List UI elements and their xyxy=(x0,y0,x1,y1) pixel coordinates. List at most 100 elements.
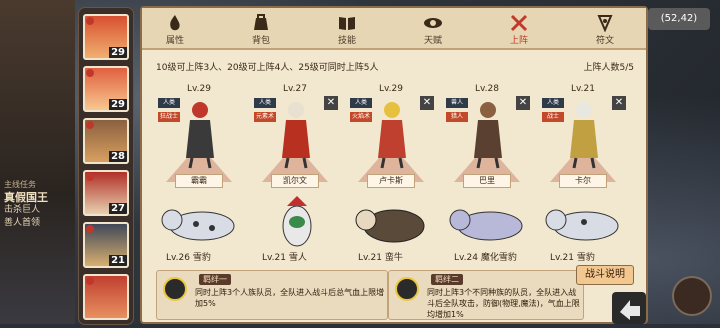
pet-label: Lv.21 蛮牛 xyxy=(358,253,403,263)
class-tag: 战士 xyxy=(542,112,564,122)
bond-panel-1: 羁绊一 同时上阵3个人族队员，全队进入战斗后总气血上限增加5% xyxy=(156,270,388,320)
corrupted-leopard-icon xyxy=(449,209,523,241)
rune-icon xyxy=(597,15,613,32)
hero-roster: 29 29 28 27 21 xyxy=(79,8,133,324)
hero-figure-icon xyxy=(474,102,502,169)
pet-label: Lv.24 魔化雪豹 xyxy=(454,253,517,263)
snow-leopard-icon xyxy=(161,209,235,241)
tab-lineup[interactable]: 上阵 xyxy=(494,11,544,49)
tab-runes[interactable]: 符文 xyxy=(580,11,630,49)
race-tag: 人类 xyxy=(158,98,180,108)
hero-card[interactable]: Lv.29 人类火焰术 ✕ 卢卡斯 xyxy=(348,80,434,188)
hero-card[interactable]: Lv.29 人类狂战士霸霸 xyxy=(156,80,242,188)
hero-slot-3[interactable]: 28 xyxy=(83,118,129,164)
left-scene-strip xyxy=(0,0,75,324)
hero-level: 28 xyxy=(109,151,127,162)
pet-label: Lv.26 雪豹 xyxy=(166,253,211,263)
hero-slot-5[interactable]: 21 xyxy=(83,222,129,268)
race-tag: 兽人 xyxy=(446,98,468,108)
hero-figure-icon xyxy=(378,102,406,169)
battle-guide-button[interactable]: 战斗说明 xyxy=(576,265,634,285)
coordinate-display: (52,42) xyxy=(648,8,710,30)
bull-icon xyxy=(355,209,425,243)
book-icon xyxy=(339,17,355,30)
hero-level: 29 xyxy=(109,47,127,58)
quest-tracker[interactable]: 主线任务 真假国王 击杀巨人 善人首领 xyxy=(4,178,76,230)
pet-card[interactable]: Lv.21 雪豹 xyxy=(540,196,630,264)
bond-title: 羁绊一 xyxy=(199,274,231,285)
tab-label: 符文 xyxy=(595,36,614,46)
class-tag: 元素术 xyxy=(254,112,276,122)
tab-attributes[interactable]: 属性 xyxy=(150,11,200,49)
pet-card[interactable]: Lv.24 魔化雪豹 xyxy=(444,196,534,264)
tab-label: 属性 xyxy=(165,36,184,46)
hero-level: 29 xyxy=(109,99,127,110)
hero-slot-4[interactable]: 27 xyxy=(83,170,129,216)
hero-card[interactable]: Lv.21 人类战士 ✕ 卡尔 xyxy=(540,80,626,188)
quest-name: 真假国王 xyxy=(4,191,48,204)
lineup-rule: 10级可上阵3人、20级可上阵4人、25级可同时上阵5人 xyxy=(156,63,379,73)
remove-hero-button[interactable]: ✕ xyxy=(612,96,626,110)
rank-icon xyxy=(86,225,94,233)
lineup-count: 上阵人数5/5 xyxy=(583,63,635,73)
eye-icon xyxy=(424,18,442,28)
team-panel: 属性 背包 技能 天赋 上阵 符文 10级可上阵3人、20级可上阵4人、25级可… xyxy=(140,6,648,324)
tab-label: 背包 xyxy=(251,36,270,46)
tab-talent[interactable]: 天赋 xyxy=(408,11,458,49)
hero-slot-1[interactable]: 29 xyxy=(83,14,129,60)
race-tag: 人类 xyxy=(350,98,372,108)
class-tag: 猎人 xyxy=(446,112,468,122)
pet-card[interactable]: Lv.21 蛮牛 xyxy=(348,196,438,264)
bond-title: 羁绊二 xyxy=(431,274,463,285)
quest-line-2: 善人首领 xyxy=(4,218,41,228)
hero-level: Lv.27 xyxy=(283,84,307,94)
hero-name: 卢卡斯 xyxy=(367,174,415,188)
return-button[interactable] xyxy=(612,292,646,324)
quest-line-1: 击杀巨人 xyxy=(4,205,41,215)
pet-card[interactable]: Lv.26 雪豹 xyxy=(156,196,246,264)
hero-name: 霸霸 xyxy=(175,174,223,188)
rank-icon xyxy=(86,69,94,77)
class-tag: 狂战士 xyxy=(158,112,180,122)
pet-label: Lv.21 雪豹 xyxy=(550,253,595,263)
rank-icon xyxy=(86,277,94,285)
hero-figure-icon xyxy=(570,102,598,169)
remove-hero-button[interactable]: ✕ xyxy=(420,96,434,110)
race-tag: 人类 xyxy=(542,98,564,108)
rank-icon xyxy=(86,173,94,181)
hero-level: 27 xyxy=(109,203,127,214)
tab-label: 天赋 xyxy=(423,36,442,46)
tab-skills[interactable]: 技能 xyxy=(322,11,372,49)
rank-icon xyxy=(86,17,94,25)
tab-bar: 属性 背包 技能 天赋 上阵 符文 xyxy=(142,8,646,50)
tab-label: 技能 xyxy=(337,36,356,46)
backpack-icon xyxy=(254,14,268,30)
hero-card-row: Lv.29 人类狂战士霸霸 Lv.27 人类元素术 ✕ 凯尔文 Lv.29 人类火焰术 ✕ 卢… xyxy=(156,80,636,188)
race-tag: 人类 xyxy=(254,98,276,108)
remove-hero-button[interactable]: ✕ xyxy=(516,96,530,110)
tab-label: 上阵 xyxy=(509,36,528,46)
crossed-swords-icon xyxy=(510,14,528,32)
hero-name: 卡尔 xyxy=(559,174,607,188)
return-arrow-icon xyxy=(620,300,640,320)
quest-category: 主线任务 xyxy=(4,180,36,189)
hero-slot-2[interactable]: 29 xyxy=(83,66,129,112)
hero-level: Lv.29 xyxy=(379,84,403,94)
class-tag: 火焰术 xyxy=(350,112,372,122)
hero-level: Lv.29 xyxy=(187,84,211,94)
hero-slot-6[interactable] xyxy=(83,274,129,320)
hero-figure-icon xyxy=(186,102,214,169)
player-avatar[interactable] xyxy=(672,276,712,316)
yeti-icon xyxy=(282,196,312,247)
hero-name: 凯尔文 xyxy=(271,174,319,188)
hero-card[interactable]: Lv.27 人类元素术 ✕ 凯尔文 xyxy=(252,80,338,188)
snow-leopard-icon xyxy=(545,209,619,241)
bond-panel-2: 羁绊二 同时上阵3个不同种族的队员，全队进入战斗后全队攻击，防御(物理,魔法)，… xyxy=(388,270,584,320)
remove-hero-button[interactable]: ✕ xyxy=(324,96,338,110)
hero-level: Lv.21 xyxy=(571,84,595,94)
hero-figure-icon xyxy=(282,102,310,169)
tab-backpack[interactable]: 背包 xyxy=(236,11,286,49)
rank-icon xyxy=(86,121,94,129)
pet-card[interactable]: Lv.21 雪人 xyxy=(252,196,342,264)
hero-card[interactable]: Lv.28 兽人 猎人 ✕ 巴里 xyxy=(444,80,530,188)
